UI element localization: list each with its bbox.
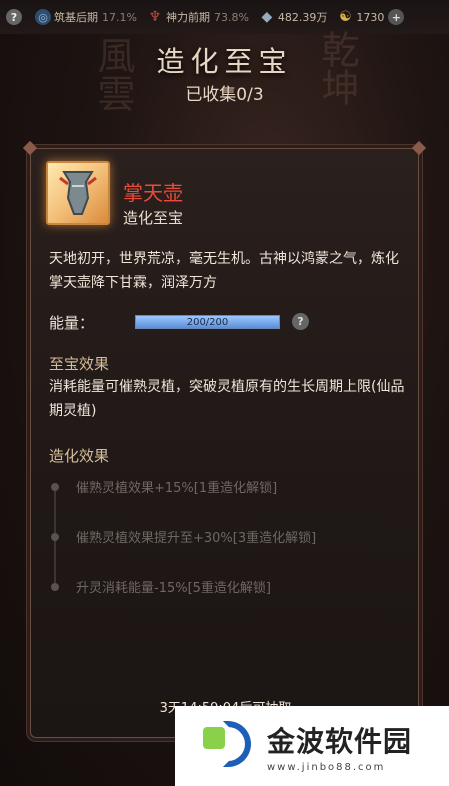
forge-effect-item: 升灵消耗能量-15%[5重造化解锁]	[76, 581, 272, 596]
teapot-icon	[59, 171, 97, 215]
help-icon[interactable]: ?	[6, 9, 22, 25]
realm-label: 筑基后期	[54, 11, 98, 24]
realm-value: 17.1%	[102, 10, 137, 24]
status-bar: ? ◎ 筑基后期 17.1% ♆ 神力前期 73.8% ◆ 482.39万 ☯ …	[0, 0, 449, 34]
spirit-stone-icon: ◆	[261, 9, 273, 25]
add-coins-icon[interactable]: +	[388, 9, 405, 25]
coin-icon: ☯	[339, 9, 352, 25]
stones-status: ◆ 482.39万	[259, 9, 328, 25]
energy-help-icon[interactable]: ?	[292, 313, 309, 330]
treasure-item-icon[interactable]	[46, 161, 110, 225]
forge-effect-title: 造化效果	[49, 447, 110, 465]
power-status: ♆ 神力前期 73.8%	[147, 9, 249, 25]
item-name: 掌天壶	[123, 181, 183, 205]
item-type: 造化至宝	[123, 209, 184, 227]
energy-bar: 200/200	[135, 315, 280, 329]
site-watermark: 金波软件园 www.jinbo88.com	[175, 706, 449, 786]
collection-count: 已收集0/3	[185, 85, 264, 105]
forge-effect-item: 催熟灵植效果+15%[1重造化解锁]	[76, 481, 278, 496]
panel-corner-ornament	[411, 140, 427, 156]
treasure-panel: 掌天壶 造化至宝 天地初开，世界荒凉，毫无生机。古神以鸿蒙之气，炼化掌天壶降下甘…	[22, 140, 427, 738]
realm-status: ◎ 筑基后期 17.1%	[35, 9, 137, 25]
help-group[interactable]: ?	[6, 9, 25, 25]
power-label: 神力前期	[165, 11, 210, 24]
stones-value: 482.39万	[277, 11, 328, 24]
effect-bullet	[51, 533, 59, 541]
energy-value: 200/200	[186, 317, 229, 328]
effect-bullet	[51, 583, 59, 591]
effect-bullet	[51, 483, 59, 491]
item-description: 天地初开，世界荒凉，毫无生机。古神以鸿蒙之气，炼化掌天壶降下甘霖，润泽万方	[49, 251, 399, 291]
forge-effect-item: 催熟灵植效果提升至+30%[3重造化解锁]	[76, 531, 317, 546]
power-value: 73.8%	[213, 10, 249, 24]
watermark-logo-icon	[203, 719, 257, 773]
divine-power-icon: ♆	[148, 9, 162, 25]
realm-swirl-icon: ◎	[35, 9, 51, 25]
energy-label: 能量：	[49, 314, 95, 332]
treasure-effect-title: 至宝效果	[49, 355, 110, 373]
coins-status: ☯ 1730 +	[337, 9, 407, 25]
watermark-title: 金波软件园	[267, 724, 413, 758]
page-title: 造化至宝	[156, 45, 293, 78]
watermark-url: www.jinbo88.com	[267, 761, 386, 773]
panel-corner-ornament	[22, 140, 38, 156]
coins-value: 1730	[356, 10, 385, 24]
treasure-effect-text: 消耗能量可催熟灵植，突破灵植原有的生长周期上限(仙品期灵植)	[49, 379, 405, 419]
